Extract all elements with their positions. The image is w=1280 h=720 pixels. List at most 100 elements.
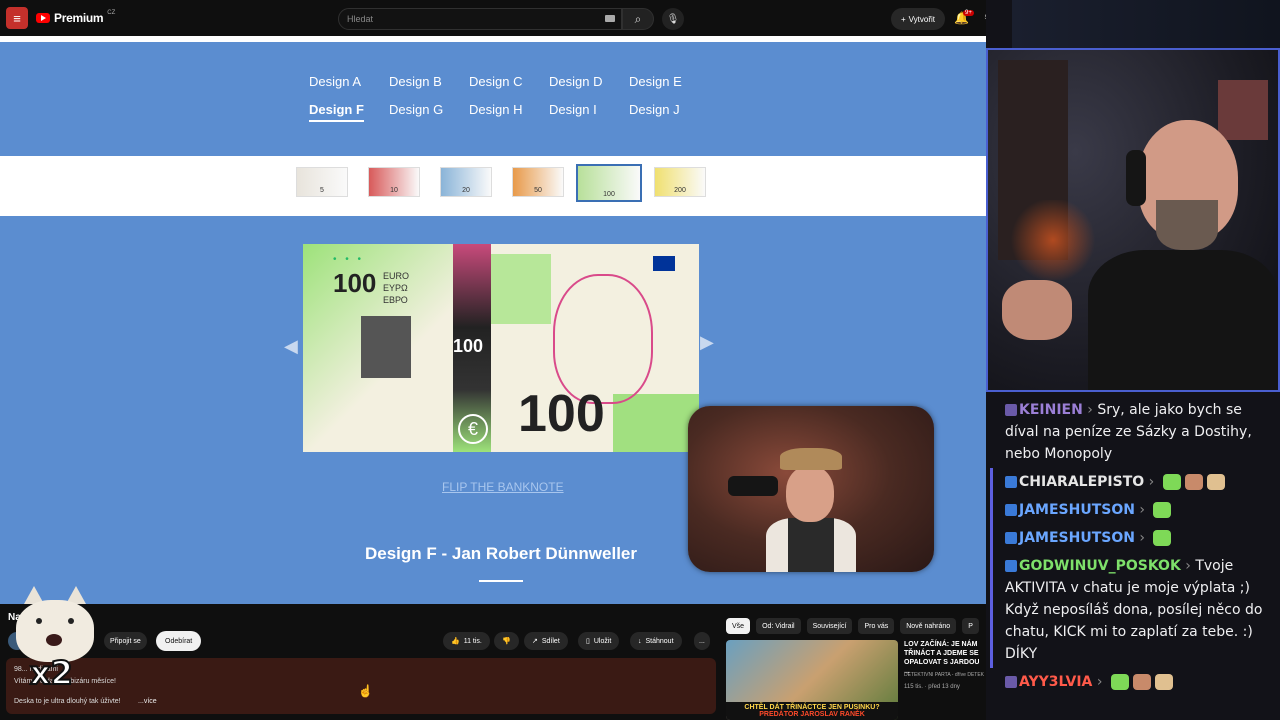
banknote-green-patch — [491, 254, 551, 324]
banknote-thumbnail[interactable]: 5 — [296, 167, 348, 197]
background-light — [1008, 200, 1098, 280]
design-tab[interactable]: Design F — [300, 102, 380, 122]
cat-mouth — [46, 634, 62, 646]
emote-icon — [1132, 674, 1151, 690]
design-tab-label: Design B — [389, 74, 442, 89]
chat-username[interactable]: CHIARALEPISTO — [1019, 474, 1144, 490]
recommendation-channel[interactable]: DETEKTIVNÍ PARTA - dříve DETEK — [904, 672, 984, 678]
filter-chip[interactable]: Od: Vidrail — [756, 618, 801, 634]
badge-icon — [1005, 532, 1017, 544]
filter-chip[interactable]: P — [962, 618, 979, 634]
notification-badge: 9+ — [963, 10, 974, 16]
banknote-thumbnail[interactable]: 20 — [440, 167, 492, 197]
banknote-thumbnail[interactable]: 50 — [512, 167, 564, 197]
chat-message: JAMESHUTSON › — [990, 496, 1280, 524]
more-actions-button[interactable]: ... — [694, 632, 710, 650]
filter-chip[interactable]: Pro vás — [858, 618, 895, 634]
next-arrow-icon[interactable]: ▶ — [700, 332, 720, 354]
prev-arrow-icon[interactable]: ◀ — [284, 336, 304, 358]
design-tab-label: Design A — [309, 74, 362, 89]
cat-eye — [36, 618, 42, 624]
microphone-icon: 🎙 — [666, 13, 680, 25]
banknote-thumbnail[interactable]: 200 — [654, 167, 706, 197]
search-input[interactable]: Hledat — [338, 8, 622, 30]
streamer-hand — [1002, 280, 1072, 340]
plus-icon: + — [900, 14, 906, 24]
microphone-prop — [728, 476, 778, 496]
chat-username[interactable]: AYY3LVIA — [1019, 674, 1092, 690]
save-button[interactable]: ▯ Uložit — [578, 632, 620, 650]
recommendation-chips: Vše Od: Vidrail Související Pro vás Nově nah… — [726, 618, 979, 634]
chat-separator: › — [1134, 530, 1150, 546]
design-tabs: Design A Design B Design C Design D Design E… — [300, 74, 700, 130]
download-icon: ↓ — [638, 637, 642, 645]
youtube-logo[interactable]: Premium CZ — [36, 10, 116, 25]
share-icon: ↗ — [532, 638, 538, 645]
streamer-webcam — [986, 48, 1280, 392]
create-button[interactable]: + Vytvořit — [891, 8, 945, 30]
recommendation-title[interactable]: LOV ZAČÍNÁ: JE NÁM TŘINÁCT A JDEME SE OP… — [904, 640, 984, 676]
guest-webcam — [688, 406, 934, 572]
cat-sticker: x2 — [10, 586, 96, 693]
like-button[interactable]: 👍 11 tis. — [443, 632, 490, 650]
banknote-denomination-strip: 100 — [453, 336, 484, 356]
microphone-button[interactable]: 🎙 — [662, 8, 684, 30]
badge-icon — [1005, 404, 1017, 416]
design-tab[interactable]: Design I — [540, 102, 620, 120]
menu-icon[interactable]: ≡ — [6, 7, 28, 29]
description-more-link[interactable]: ...více — [138, 698, 157, 705]
design-tab[interactable]: Design G — [380, 102, 460, 120]
chat-separator: › — [1092, 674, 1107, 690]
design-tab[interactable]: Design H — [460, 102, 540, 120]
banknote-thumbnail[interactable]: 100 — [576, 164, 642, 202]
keyboard-icon[interactable] — [605, 15, 615, 22]
recommendation-thumbnail[interactable]: CHTĚL DÁT TŘINÁCTCE JEN PUSINKU? PREDÁTO… — [726, 640, 898, 720]
design-tab[interactable]: Design A — [300, 74, 380, 92]
design-tabs-row-1: Design A Design B Design C Design D Design E — [300, 74, 700, 92]
dislike-button[interactable]: 👎 — [494, 632, 519, 650]
chat-username[interactable]: KEINIEN — [1019, 402, 1083, 418]
thumbs-down-icon: 👎 — [502, 638, 511, 645]
banknote-thumbnail[interactable]: 10 — [368, 167, 420, 197]
search-placeholder: Hledat — [347, 14, 374, 24]
streamer-shirt — [1088, 250, 1278, 390]
design-tab-label: Design E — [629, 74, 682, 89]
thumbs-up-icon: 👍 — [451, 638, 460, 645]
background-poster — [1218, 80, 1268, 140]
cat-eye — [68, 618, 74, 624]
filter-chip[interactable]: Vše — [726, 618, 751, 634]
chat-message: KEINIEN › Sry, ale jako bych se díval na… — [990, 396, 1280, 468]
design-tab[interactable]: Design B — [380, 74, 460, 92]
design-tab-label: Design I — [549, 102, 597, 117]
search-button[interactable]: ⌕ — [622, 8, 654, 30]
chat-username[interactable]: GODWINUV_POSKOK — [1019, 558, 1181, 574]
download-button[interactable]: ↓ Stáhnout — [630, 632, 682, 650]
webpage-top-strip — [0, 36, 986, 42]
youtube-brand: Premium — [54, 11, 104, 25]
description-line: Deska to je ultra dlouhý tak úživte! — [14, 698, 121, 705]
banknote-image: • • • 100 EURO ΕΥΡΩ ЕВРО 100 € 100 — [303, 244, 699, 452]
chat-separator: › — [1134, 502, 1150, 518]
youtube-topbar: ≡ Premium CZ Hledat ⌕ 🎙 + Vytvořit 🔔 9+ … — [0, 0, 1012, 36]
flip-banknote-link[interactable]: FLIP THE BANKNOTE — [442, 480, 564, 494]
design-tab[interactable]: Design C — [460, 74, 540, 92]
hand-cursor-icon: ☝ — [358, 684, 373, 698]
chat-username[interactable]: JAMESHUTSON — [1019, 530, 1135, 546]
design-tab[interactable]: Design J — [620, 102, 700, 120]
chat-username[interactable]: JAMESHUTSON — [1019, 502, 1135, 518]
filter-chip[interactable]: Související — [806, 618, 853, 634]
join-button[interactable]: Připojit se — [104, 632, 147, 650]
filter-chip[interactable]: Nově nahráno — [900, 618, 957, 634]
person-vest — [788, 518, 834, 572]
design-tab[interactable]: Design E — [620, 74, 700, 92]
badge-icon — [1005, 560, 1017, 572]
share-button[interactable]: ↗ Sdílet — [524, 632, 568, 650]
design-tabs-row-2: Design F Design G Design H Design I Design J — [300, 102, 700, 122]
subscribe-button[interactable]: Odebírat — [156, 631, 202, 651]
chat-panel: KEINIEN › Sry, ale jako bych se díval na… — [990, 396, 1280, 720]
multiplier-label: x2 — [29, 653, 74, 693]
youtube-country: CZ — [107, 10, 116, 16]
streamer-beard — [1156, 200, 1218, 250]
design-tab[interactable]: Design D — [540, 74, 620, 92]
chat-message: CHIARALEPISTO › — [990, 468, 1280, 496]
